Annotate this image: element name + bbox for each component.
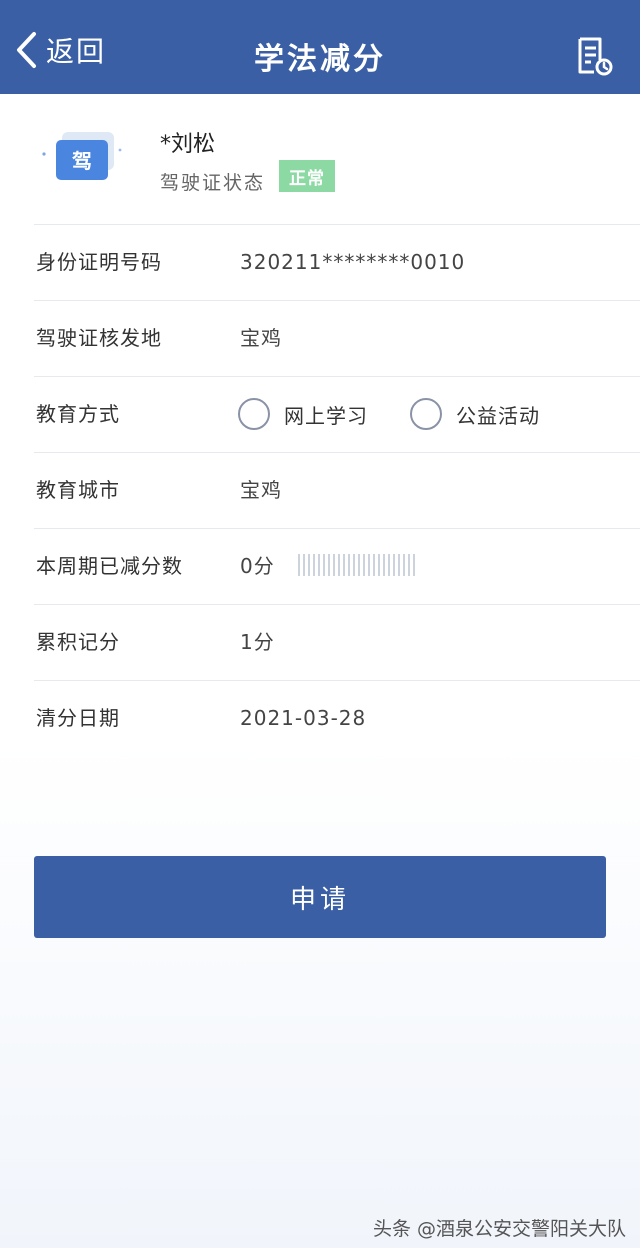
period-deducted-label: 本周期已减分数 [36,554,183,578]
row-id-number: 身份证明号码 320211********0010 [0,224,640,300]
blurred-placeholder [298,554,422,576]
driver-name: *刘松 [160,132,216,157]
page-title: 学法减分 [254,42,386,77]
watermark: 头条 @酒泉公安交警阳关大队 [372,1218,626,1240]
radio-circle[interactable] [238,398,270,430]
radio-circle[interactable] [410,398,442,430]
radio-public-welfare-label: 公益活动 [456,403,540,428]
radio-public-welfare[interactable]: 公益活动 [410,376,540,452]
id-number-value: 320211********0010 [240,250,466,274]
driver-license-card-icon: 驾 [36,128,126,188]
row-license-origin: 驾驶证核发地 宝鸡 [0,300,640,376]
row-period-deducted: 本周期已减分数 0分 [0,528,640,604]
row-education-city: 教育城市 宝鸡 [0,452,640,528]
nav-bar: 返回 学法减分 [0,0,640,94]
cumulative-points-label: 累积记分 [36,630,120,654]
status-badge: 正常 [279,160,335,192]
clear-date-label: 清分日期 [36,706,120,730]
education-city-value: 宝鸡 [240,478,282,502]
license-status-label: 驾驶证状态 [160,172,266,194]
license-origin-label: 驾驶证核发地 [36,326,162,350]
radio-online-study[interactable]: 网上学习 [238,376,368,452]
education-city-label: 教育城市 [36,478,120,502]
id-number-label: 身份证明号码 [36,250,162,274]
apply-button[interactable]: 申请 [34,856,606,938]
radio-online-study-label: 网上学习 [284,403,368,428]
row-clear-date: 清分日期 2021-03-28 [0,680,640,756]
cumulative-points-value: 1分 [240,630,275,654]
row-cumulative-points: 累积记分 1分 [0,604,640,680]
row-education-method: 教育方式 网上学习 公益活动 [0,376,640,452]
clear-date-value: 2021-03-28 [240,706,367,730]
period-deducted-value: 0分 [240,554,275,578]
license-origin-value: 宝鸡 [240,326,282,350]
profile-header: 驾 *刘松 驾驶证状态 正常 [0,94,640,224]
card-glyph: 驾 [72,149,92,173]
document-record-icon[interactable] [576,36,614,76]
education-method-label: 教育方式 [36,402,120,426]
